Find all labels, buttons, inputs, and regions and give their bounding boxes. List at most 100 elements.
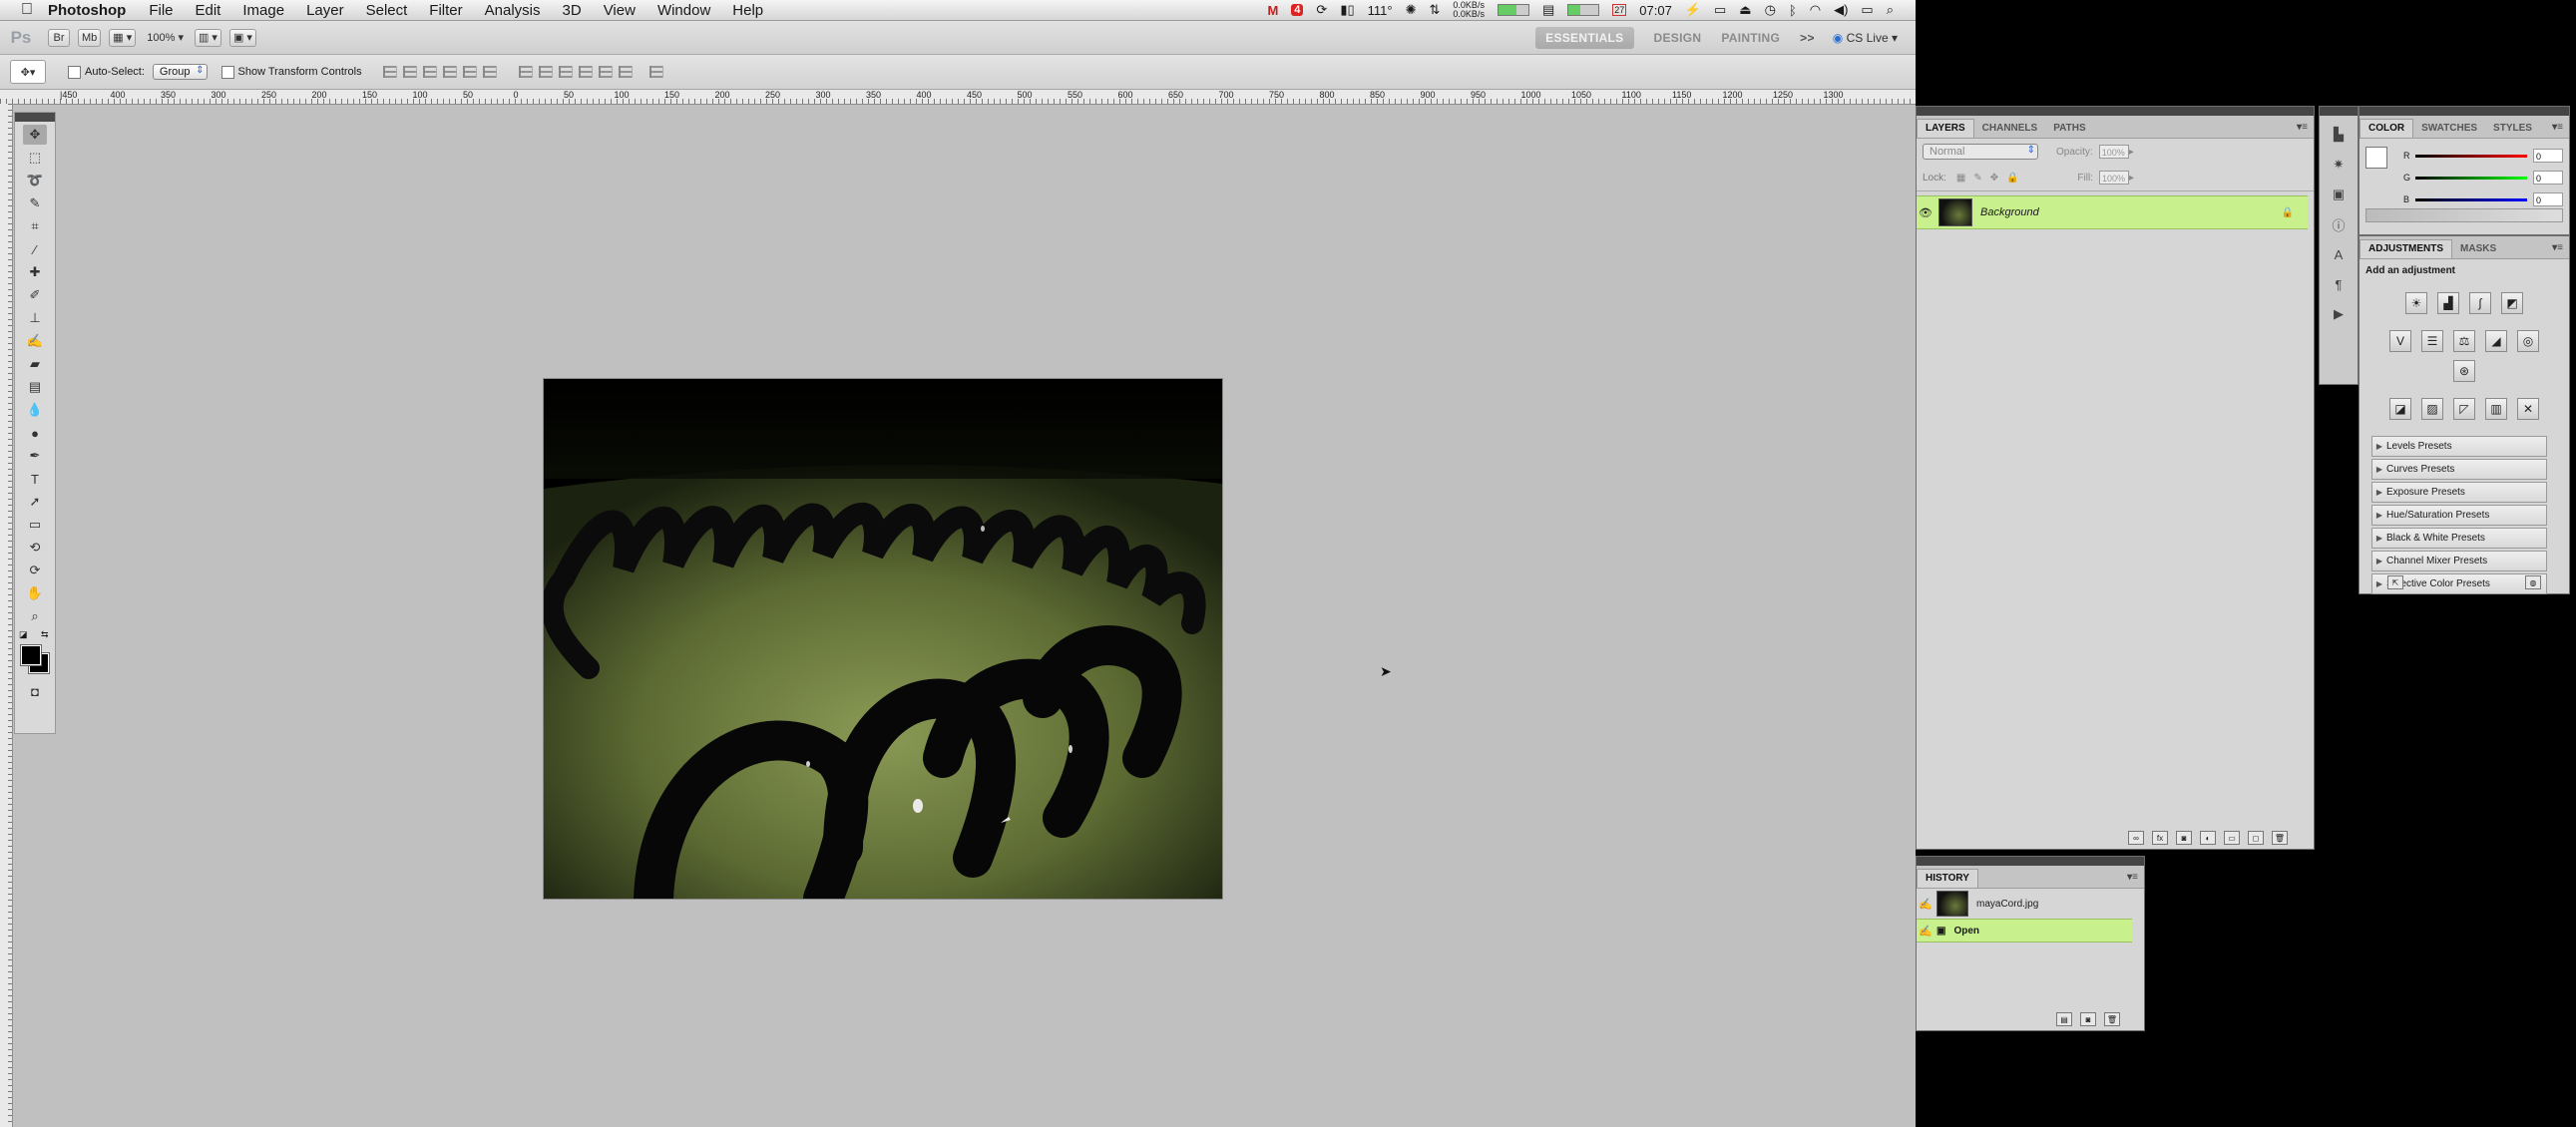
cpu-meter-icon[interactable]: ▮▯ bbox=[1340, 2, 1354, 18]
return-to-list-icon[interactable]: ⇱ bbox=[2387, 575, 2403, 589]
preset-black-white[interactable]: ▶ Black & White Presets bbox=[2371, 528, 2547, 549]
invert-icon[interactable]: ◪ bbox=[2389, 398, 2411, 420]
horizontal-ruler[interactable]: |450 400 350 300 250 200 150 100 50 0 50 100 150 200 2… bbox=[0, 90, 1916, 105]
blend-mode-dropdown[interactable]: Normal bbox=[1923, 144, 2038, 160]
menu-layer[interactable]: Layer bbox=[306, 2, 344, 19]
vibrance-icon[interactable]: V bbox=[2389, 330, 2411, 352]
swap-colors-icon[interactable]: ⇆ bbox=[41, 629, 49, 640]
layer-visibility-eye-icon[interactable]: 👁 bbox=[1917, 206, 1934, 219]
b-field[interactable]: 0 bbox=[2533, 192, 2563, 206]
default-colors-icon[interactable]: ◪ bbox=[19, 629, 28, 640]
history-brush-source-icon[interactable]: ✍ bbox=[1917, 898, 1934, 911]
tab-styles[interactable]: STYLES bbox=[2485, 120, 2540, 138]
preset-exposure[interactable]: ▶ Exposure Presets bbox=[2371, 482, 2547, 503]
type-tool-icon[interactable]: T bbox=[23, 469, 47, 489]
calendar-icon[interactable]: 27 bbox=[1612, 4, 1627, 16]
color-fg-swatch[interactable] bbox=[2365, 147, 2387, 169]
eyedropper-tool-icon[interactable]: ⁄ bbox=[23, 239, 47, 259]
posterize-icon[interactable]: ▨ bbox=[2421, 398, 2443, 420]
move-tool-icon[interactable]: ✥ bbox=[23, 125, 47, 145]
hand-tool-icon[interactable]: ✋ bbox=[23, 583, 47, 603]
distribute-bottom-icon[interactable] bbox=[558, 66, 573, 78]
black-white-icon[interactable]: ◢ bbox=[2485, 330, 2507, 352]
menu-view[interactable]: View bbox=[604, 2, 636, 19]
blur-tool-icon[interactable]: 💧 bbox=[23, 400, 47, 420]
menu-select[interactable]: Select bbox=[366, 2, 408, 19]
brightness-contrast-icon[interactable]: ☀ bbox=[2405, 292, 2427, 314]
menu-window[interactable]: Window bbox=[657, 2, 710, 19]
screen-mode-button[interactable]: ▣ ▾ bbox=[228, 28, 256, 47]
auto-align-icon[interactable] bbox=[648, 66, 663, 78]
align-left-icon[interactable] bbox=[442, 66, 457, 78]
layer-name[interactable]: Background bbox=[1980, 206, 2039, 218]
temperature-readout[interactable]: 111° bbox=[1368, 3, 1393, 18]
3d-rotate-tool-icon[interactable]: ⟲ bbox=[23, 538, 47, 558]
network-readout[interactable]: 0.0KB/s 0.0KB/s bbox=[1453, 1, 1485, 19]
volume-icon[interactable]: ◀) bbox=[1834, 2, 1848, 18]
navigator-icon[interactable]: ✷ bbox=[2328, 154, 2350, 176]
more-workspaces-button[interactable]: >> bbox=[1800, 31, 1815, 45]
bluetooth-icon[interactable]: ᛒ bbox=[1789, 3, 1797, 18]
r-slider[interactable] bbox=[2415, 154, 2527, 158]
clone-stamp-tool-icon[interactable]: ⊥ bbox=[23, 308, 47, 328]
menu-3d[interactable]: 3D bbox=[563, 2, 582, 19]
info-icon[interactable]: ⓘ bbox=[2328, 213, 2350, 235]
opacity-slider-arrow-icon[interactable]: ▸ bbox=[2129, 147, 2134, 158]
lock-position-icon[interactable]: ✥ bbox=[1990, 173, 1998, 184]
time-machine-icon[interactable]: ◷ bbox=[1765, 2, 1776, 18]
lock-transparency-icon[interactable]: ▦ bbox=[1956, 173, 1965, 184]
lasso-tool-icon[interactable]: ➰ bbox=[23, 171, 47, 190]
character-icon[interactable]: A bbox=[2328, 243, 2350, 265]
marquee-tool-icon[interactable]: ⬚ bbox=[23, 148, 47, 168]
crop-tool-icon[interactable]: ⌗ bbox=[23, 216, 47, 236]
preset-levels[interactable]: ▶ Levels Presets bbox=[2371, 436, 2547, 457]
vertical-ruler[interactable] bbox=[0, 104, 13, 1127]
dodge-tool-icon[interactable]: ● bbox=[23, 423, 47, 443]
zoom-tool-icon[interactable]: ⌕ bbox=[23, 606, 47, 626]
align-right-icon[interactable] bbox=[482, 66, 497, 78]
menu-file[interactable]: File bbox=[149, 2, 173, 19]
lock-all-icon[interactable]: 🔒 bbox=[2006, 173, 2018, 184]
cs-live-button[interactable]: ◉ CS Live ▾ bbox=[1833, 31, 1898, 45]
gradient-map-icon[interactable]: ▥ bbox=[2485, 398, 2507, 420]
display-icon[interactable]: ▭ bbox=[1714, 2, 1726, 18]
adjustment-layer-icon[interactable]: ◐ bbox=[2200, 831, 2216, 845]
paragraph-icon[interactable]: ¶ bbox=[2328, 273, 2350, 295]
b-slider[interactable] bbox=[2415, 197, 2527, 201]
power-icon[interactable]: ⚡ bbox=[1685, 2, 1701, 18]
spotlight-search-icon[interactable]: ⌕ bbox=[1887, 2, 1894, 18]
clock-time[interactable]: 07:07 bbox=[1639, 3, 1672, 18]
wifi-icon[interactable]: ◠ bbox=[1810, 2, 1821, 18]
foreground-color-swatch[interactable] bbox=[20, 644, 42, 666]
fill-slider-arrow-icon[interactable]: ▸ bbox=[2129, 173, 2134, 184]
opacity-field[interactable]: 100% bbox=[2098, 145, 2129, 159]
auto-select-checkbox[interactable] bbox=[68, 65, 81, 79]
align-hcenter-icon[interactable] bbox=[462, 66, 477, 78]
tab-swatches[interactable]: SWATCHES bbox=[2413, 120, 2485, 138]
g-slider[interactable] bbox=[2415, 176, 2527, 180]
history-panel-header[interactable] bbox=[1917, 857, 2144, 866]
histogram-icon[interactable]: ▙ bbox=[2328, 124, 2350, 146]
distribute-left-icon[interactable] bbox=[578, 66, 593, 78]
icon-dock-header[interactable] bbox=[2320, 107, 2358, 116]
g-field[interactable]: 0 bbox=[2533, 171, 2563, 185]
selective-color-icon[interactable]: ✕ bbox=[2517, 398, 2539, 420]
zoom-level-select[interactable]: 100% ▾ bbox=[144, 29, 187, 47]
pen-tool-icon[interactable]: ✒ bbox=[23, 446, 47, 466]
r-field[interactable]: 0 bbox=[2533, 149, 2563, 163]
curves-icon[interactable]: ∫ bbox=[2469, 292, 2491, 314]
new-document-from-state-icon[interactable]: ▤ bbox=[2056, 1012, 2072, 1026]
menu-help[interactable]: Help bbox=[732, 2, 763, 19]
distribute-top-icon[interactable] bbox=[518, 66, 533, 78]
menu-analysis[interactable]: Analysis bbox=[485, 2, 541, 19]
threshold-icon[interactable]: ◸ bbox=[2453, 398, 2475, 420]
fan-icon[interactable]: ✺ bbox=[1406, 2, 1417, 18]
color-panel-menu-icon[interactable]: ▾≡ bbox=[2552, 122, 2563, 133]
preset-curves[interactable]: ▶ Curves Presets bbox=[2371, 459, 2547, 480]
exposure-icon[interactable]: ◩ bbox=[2501, 292, 2523, 314]
delete-state-icon[interactable]: 🗑 bbox=[2104, 1012, 2120, 1026]
history-panel-menu-icon[interactable]: ▾≡ bbox=[2127, 872, 2138, 883]
arrange-documents-button[interactable]: ▥ ▾ bbox=[194, 28, 221, 47]
bridge-button[interactable]: Br bbox=[48, 28, 70, 47]
tab-color[interactable]: COLOR bbox=[2360, 119, 2414, 138]
